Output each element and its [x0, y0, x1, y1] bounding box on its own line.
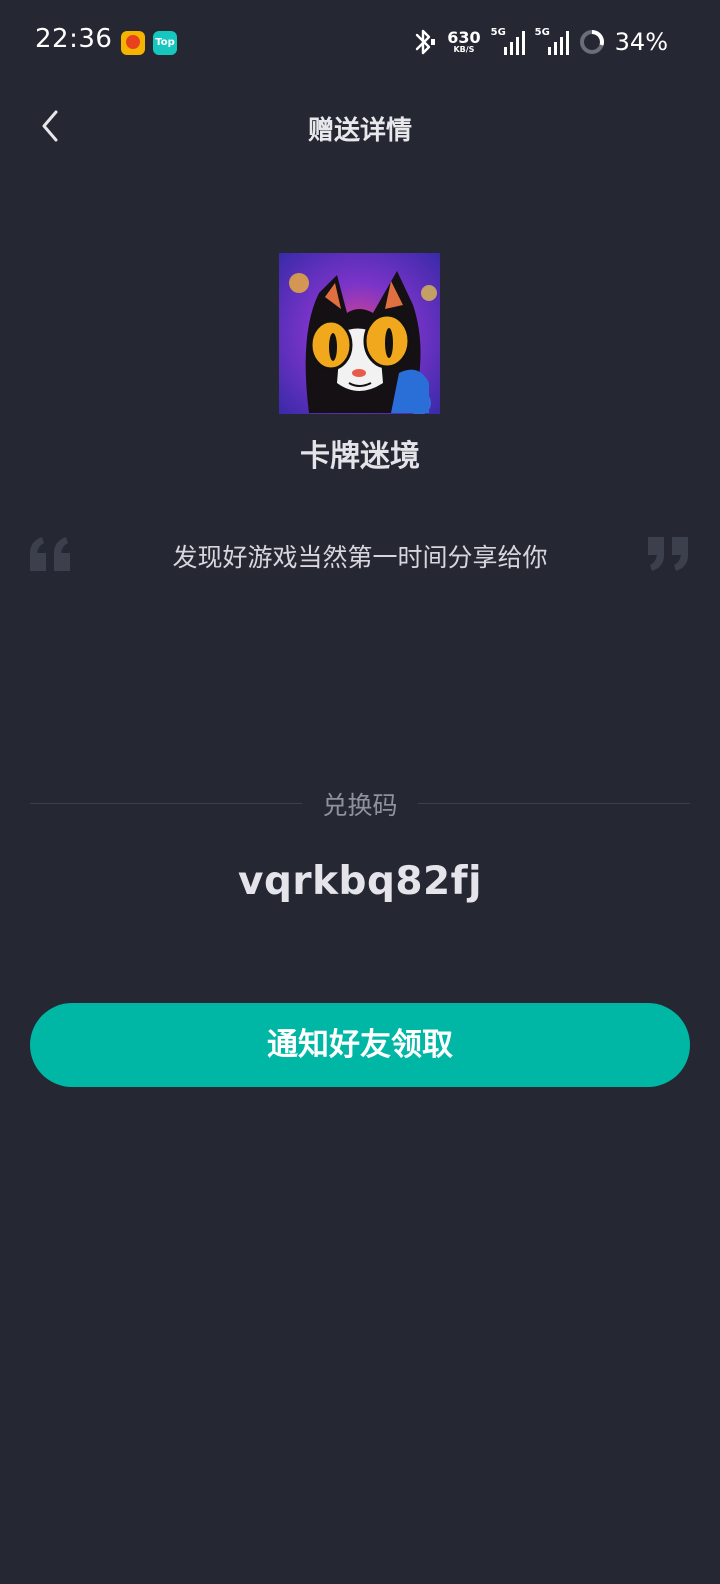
status-bar: 22:36 Top 630 KB/S 5G 5G 34%	[0, 0, 720, 86]
fruit-app-icon	[121, 31, 145, 55]
status-indicators: 630 KB/S 5G 5G 34%	[411, 22, 668, 62]
battery-level: 34%	[614, 28, 668, 56]
page-title: 赠送详情	[307, 116, 412, 146]
network-speed-unit: KB/S	[453, 45, 475, 54]
gift-message: 发现好游戏当然第一时间分享给你	[172, 543, 548, 572]
notify-friend-button[interactable]: 通知好友领取	[30, 1003, 690, 1087]
game-cover-image	[279, 253, 440, 414]
redeem-code-label: 兑换码	[322, 791, 398, 820]
game-name: 卡牌迷境	[300, 439, 420, 474]
bluetooth-icon	[416, 29, 436, 55]
redeem-code-value[interactable]: vqrkbq82fj	[0, 859, 720, 904]
divider-right	[418, 803, 690, 804]
top-app-icon: Top	[153, 31, 177, 55]
signal-icon: 5G	[535, 27, 569, 55]
status-time: 22:36	[35, 24, 113, 54]
network-speed: 630 KB/S	[447, 30, 480, 54]
battery-icon	[579, 30, 604, 54]
network-speed-value: 630	[447, 28, 481, 47]
nav-bar: 赠送详情	[0, 86, 720, 166]
close-quote-icon	[648, 537, 688, 571]
open-quote-icon	[30, 537, 70, 571]
signal-icon: 5G	[491, 27, 525, 55]
